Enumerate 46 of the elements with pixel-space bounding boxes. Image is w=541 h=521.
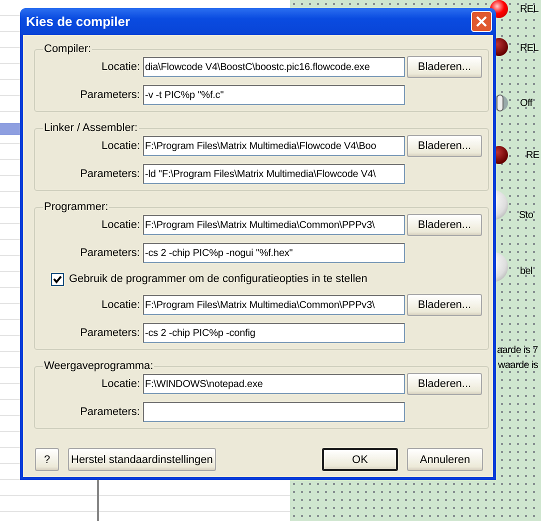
browse-button[interactable]: Bladeren... [407, 294, 482, 316]
input-field[interactable]: -ld "F:\Program Files\Matrix Multimedia\Flowcode V4\ [143, 164, 405, 184]
input-field[interactable]: F:\WINDOWS\notepad.exe [143, 374, 405, 394]
input-field[interactable]: -cs 2 -chip PIC%p -nogui "%f.hex" [143, 243, 405, 263]
group-title: Weergaveprogramma: [43, 360, 154, 372]
browse-button[interactable]: Bladeren... [407, 214, 482, 236]
browse-button[interactable]: Bladeren... [407, 135, 482, 157]
checkbox-label: Gebruik de programmer om de configuratieopties in te stellen [69, 273, 368, 285]
field-label: Locatie: [100, 61, 141, 73]
component-label: Off [520, 98, 532, 109]
checkbox[interactable] [51, 272, 64, 286]
window-title: Kies de compiler [25, 14, 130, 29]
canvas-text: waarde is [498, 360, 538, 371]
component-label: REL [520, 4, 539, 15]
input-field[interactable]: F:\Program Files\Matrix Multimedia\Flowcode V4\Boo [143, 136, 405, 156]
dialog-button[interactable]: Annuleren [407, 448, 483, 471]
browse-button[interactable]: Bladeren... [407, 373, 482, 395]
input-field[interactable]: F:\Program Files\Matrix Multimedia\Common\PPPv3\ [143, 215, 405, 235]
field-label: Parameters: [79, 406, 141, 418]
field-label: Locatie: [100, 219, 141, 231]
field-label: Parameters: [79, 89, 141, 101]
dialog-button[interactable]: OK [322, 448, 398, 471]
component-label: bel [520, 266, 532, 277]
close-button[interactable] [471, 11, 492, 32]
group-title: Linker / Assembler: [43, 122, 139, 134]
canvas-text: aarde is 7 [497, 345, 538, 356]
input-field[interactable]: F:\Program Files\Matrix Multimedia\Common\PPPv3\ [143, 295, 405, 315]
field-label: Parameters: [79, 327, 141, 339]
input-field[interactable]: -cs 2 -chip PIC%p -config [143, 323, 405, 343]
group-title: Programmer: [43, 201, 110, 213]
field-label: Locatie: [100, 140, 141, 152]
component-label: RE [526, 150, 540, 161]
input-field[interactable]: dia\Flowcode V4\BoostC\boostc.pic16.flowcode.exe [143, 57, 405, 77]
browse-button[interactable]: Bladeren... [407, 56, 482, 78]
group-title: Compiler: [43, 43, 92, 55]
field-label: Locatie: [100, 378, 141, 390]
input-field[interactable]: -v -t PIC%p "%f.c" [143, 85, 405, 105]
dialog-button[interactable]: Herstel standaardinstellingen [68, 448, 216, 471]
component-label: REL [520, 43, 539, 54]
field-label: Parameters: [79, 247, 141, 259]
dialog-button[interactable]: ? [35, 448, 59, 471]
field-label: Locatie: [100, 299, 141, 311]
input-field[interactable] [143, 402, 405, 422]
close-icon [476, 16, 487, 27]
component-label: Sto [519, 210, 534, 221]
field-label: Parameters: [79, 168, 141, 180]
